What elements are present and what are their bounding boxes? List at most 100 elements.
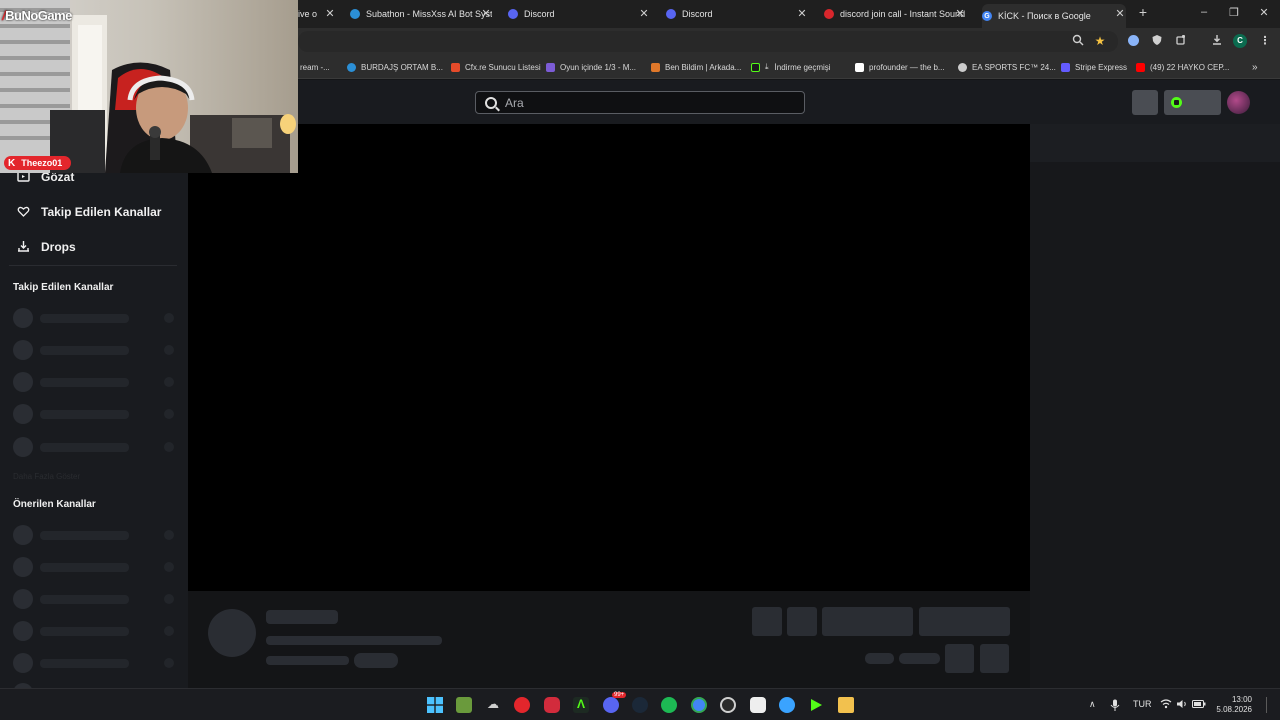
- subscribe-button-skeleton[interactable]: [919, 607, 1010, 636]
- app-lambda-icon[interactable]: Λ: [573, 697, 589, 713]
- minecraft-icon[interactable]: [456, 697, 472, 713]
- action-button-skeleton[interactable]: [752, 607, 782, 636]
- game-launcher-icon[interactable]: [544, 697, 560, 713]
- play-app-icon[interactable]: [808, 697, 824, 713]
- kick-logo-icon: K: [8, 157, 16, 169]
- share-button-skeleton[interactable]: [945, 644, 974, 673]
- windows-start-icon[interactable]: [427, 697, 443, 713]
- profile-avatar[interactable]: C: [1233, 34, 1247, 48]
- bookmark-star-icon[interactable]: ★: [1093, 34, 1107, 48]
- cloud-app-icon[interactable]: ☁: [485, 697, 501, 713]
- bookmark-item-7[interactable]: EA SPORTS FC™ 24...: [958, 61, 1056, 73]
- header-placeholder-button[interactable]: [1132, 90, 1158, 115]
- shield-extension-icon[interactable]: [1150, 34, 1164, 48]
- browser-tab-0[interactable]: ive o ✕: [298, 4, 336, 24]
- clock-date: 5.08.2026: [1216, 705, 1252, 714]
- kick-wallet-button[interactable]: [1164, 90, 1221, 115]
- bookmark-favicon-icon: [347, 62, 356, 72]
- bookmark-favicon-icon: [855, 62, 864, 72]
- more-button-skeleton[interactable]: [980, 644, 1009, 673]
- restore-button[interactable]: ❐: [1224, 6, 1244, 19]
- windows-taskbar: ☁ Λ 99+ ∧ TUR 13:00 5.08.2026: [0, 688, 1280, 720]
- steam-icon[interactable]: [632, 697, 648, 713]
- chrome-menu-icon[interactable]: ⋮: [1258, 34, 1272, 48]
- video-player[interactable]: [188, 124, 1030, 591]
- address-bar[interactable]: [298, 31, 1118, 52]
- spotify-icon[interactable]: [661, 697, 677, 713]
- close-tab-icon[interactable]: ✕: [1114, 7, 1126, 20]
- search-icon: [485, 96, 497, 109]
- show-more-link[interactable]: Daha Fazla Göster: [13, 472, 80, 481]
- discord-favicon-icon: [666, 9, 676, 19]
- browser-tab-4[interactable]: discord join call - Instant Sound ✕: [824, 4, 966, 24]
- new-tab-button[interactable]: +: [1133, 4, 1153, 20]
- close-tab-icon[interactable]: ✕: [324, 7, 336, 20]
- bookmark-item-1[interactable]: BURDAJŞ ORTAM B...: [347, 61, 443, 73]
- media-player-icon[interactable]: [514, 697, 530, 713]
- bookmarks-more-button[interactable]: »: [1252, 61, 1258, 73]
- google-favicon-icon: G: [982, 11, 992, 21]
- recommended-channels-heading: Önerilen Kanallar: [13, 499, 96, 510]
- channel-skeleton-row: [13, 437, 178, 457]
- bookmark-label: profounder — the b...: [869, 62, 945, 72]
- download-icon: ⤓: [765, 62, 769, 71]
- channel-avatar-skeleton: [208, 609, 256, 657]
- user-avatar[interactable]: [1227, 91, 1250, 114]
- close-tab-icon[interactable]: ✕: [954, 7, 966, 20]
- tray-overflow-icon[interactable]: ∧: [1089, 699, 1096, 710]
- channel-skeleton-row: [13, 621, 178, 641]
- close-window-button[interactable]: ✕: [1254, 6, 1274, 19]
- sidebar-item-drops[interactable]: Drops: [16, 240, 76, 254]
- capcut-icon[interactable]: [750, 697, 766, 713]
- clock[interactable]: 13:00: [1222, 694, 1252, 705]
- show-desktop-button[interactable]: [1266, 697, 1274, 713]
- app-circle-icon[interactable]: [720, 697, 736, 713]
- bookmark-item-8[interactable]: Stripe Express: [1061, 61, 1127, 73]
- language-indicator[interactable]: TUR: [1133, 699, 1152, 709]
- puzzle-extensions-icon[interactable]: [1174, 34, 1188, 48]
- volume-icon[interactable]: [1176, 699, 1188, 711]
- bookmark-item-6[interactable]: profounder — the b...: [855, 61, 945, 73]
- bookmark-item-2[interactable]: Cfx.re Sunucu Listesi: [451, 61, 541, 73]
- discord-favicon-icon: [508, 9, 518, 19]
- bunogame-logo: /BuNoGame: [2, 8, 72, 23]
- sidebar-item-following[interactable]: Takip Edilen Kanallar: [16, 205, 161, 219]
- viewer-count-skeleton: [865, 653, 894, 664]
- tab-title: KİCK - Поиск в Google: [998, 11, 1091, 21]
- battery-icon[interactable]: [1192, 699, 1206, 711]
- search-box[interactable]: [475, 91, 805, 114]
- channel-skeleton-row: [13, 404, 178, 424]
- search-input[interactable]: [505, 95, 785, 110]
- minimize-button[interactable]: –: [1194, 6, 1214, 18]
- browser-tab-2[interactable]: Discord ✕: [508, 4, 650, 24]
- follow-button-skeleton[interactable]: [822, 607, 913, 636]
- download-icon[interactable]: [1210, 34, 1224, 48]
- bookmark-item-3[interactable]: Oyun içinde 1/3 - M...: [546, 61, 636, 73]
- chrome-taskbar-icon[interactable]: [691, 697, 707, 713]
- close-tab-icon[interactable]: ✕: [796, 7, 808, 20]
- action-button-skeleton[interactable]: [787, 607, 817, 636]
- close-tab-icon[interactable]: ✕: [480, 7, 492, 20]
- bookmark-item-9[interactable]: (49) 22 HAYKO CEP...: [1136, 61, 1229, 73]
- microphone-icon[interactable]: [1110, 699, 1120, 713]
- channel-skeleton-row: [13, 589, 178, 609]
- browser-tab-3[interactable]: Discord ✕: [666, 4, 808, 24]
- close-tab-icon[interactable]: ✕: [638, 7, 650, 20]
- wifi-icon[interactable]: [1160, 699, 1172, 711]
- discord-taskbar-icon[interactable]: 99+: [603, 692, 627, 713]
- zoom-icon[interactable]: [1071, 34, 1085, 48]
- bookmark-label: İndirme geçmişi: [774, 62, 831, 72]
- bookmark-item-0[interactable]: ream -...: [300, 61, 330, 73]
- stream-title-skeleton: [266, 636, 442, 645]
- drops-icon: [16, 240, 30, 254]
- bookmark-item-4[interactable]: Ben Bildim | Arkada...: [651, 61, 741, 73]
- file-explorer-icon[interactable]: [838, 697, 854, 713]
- bookmark-item-5[interactable]: ⤓ İndirme geçmişi: [751, 61, 831, 73]
- tab-title: discord join call - Instant Sound: [840, 9, 966, 19]
- browser-alt-icon[interactable]: [779, 697, 795, 713]
- browser-tab-1[interactable]: Subathon - MissXss AI Bot Syst ✕: [350, 4, 492, 24]
- sidebar-item-label: Drops: [41, 240, 76, 254]
- extension-icon[interactable]: [1126, 34, 1140, 48]
- browser-tab-5-active[interactable]: G KİCK - Поиск в Google ✕: [982, 4, 1126, 28]
- discord-notification-badge: 99+: [612, 692, 627, 698]
